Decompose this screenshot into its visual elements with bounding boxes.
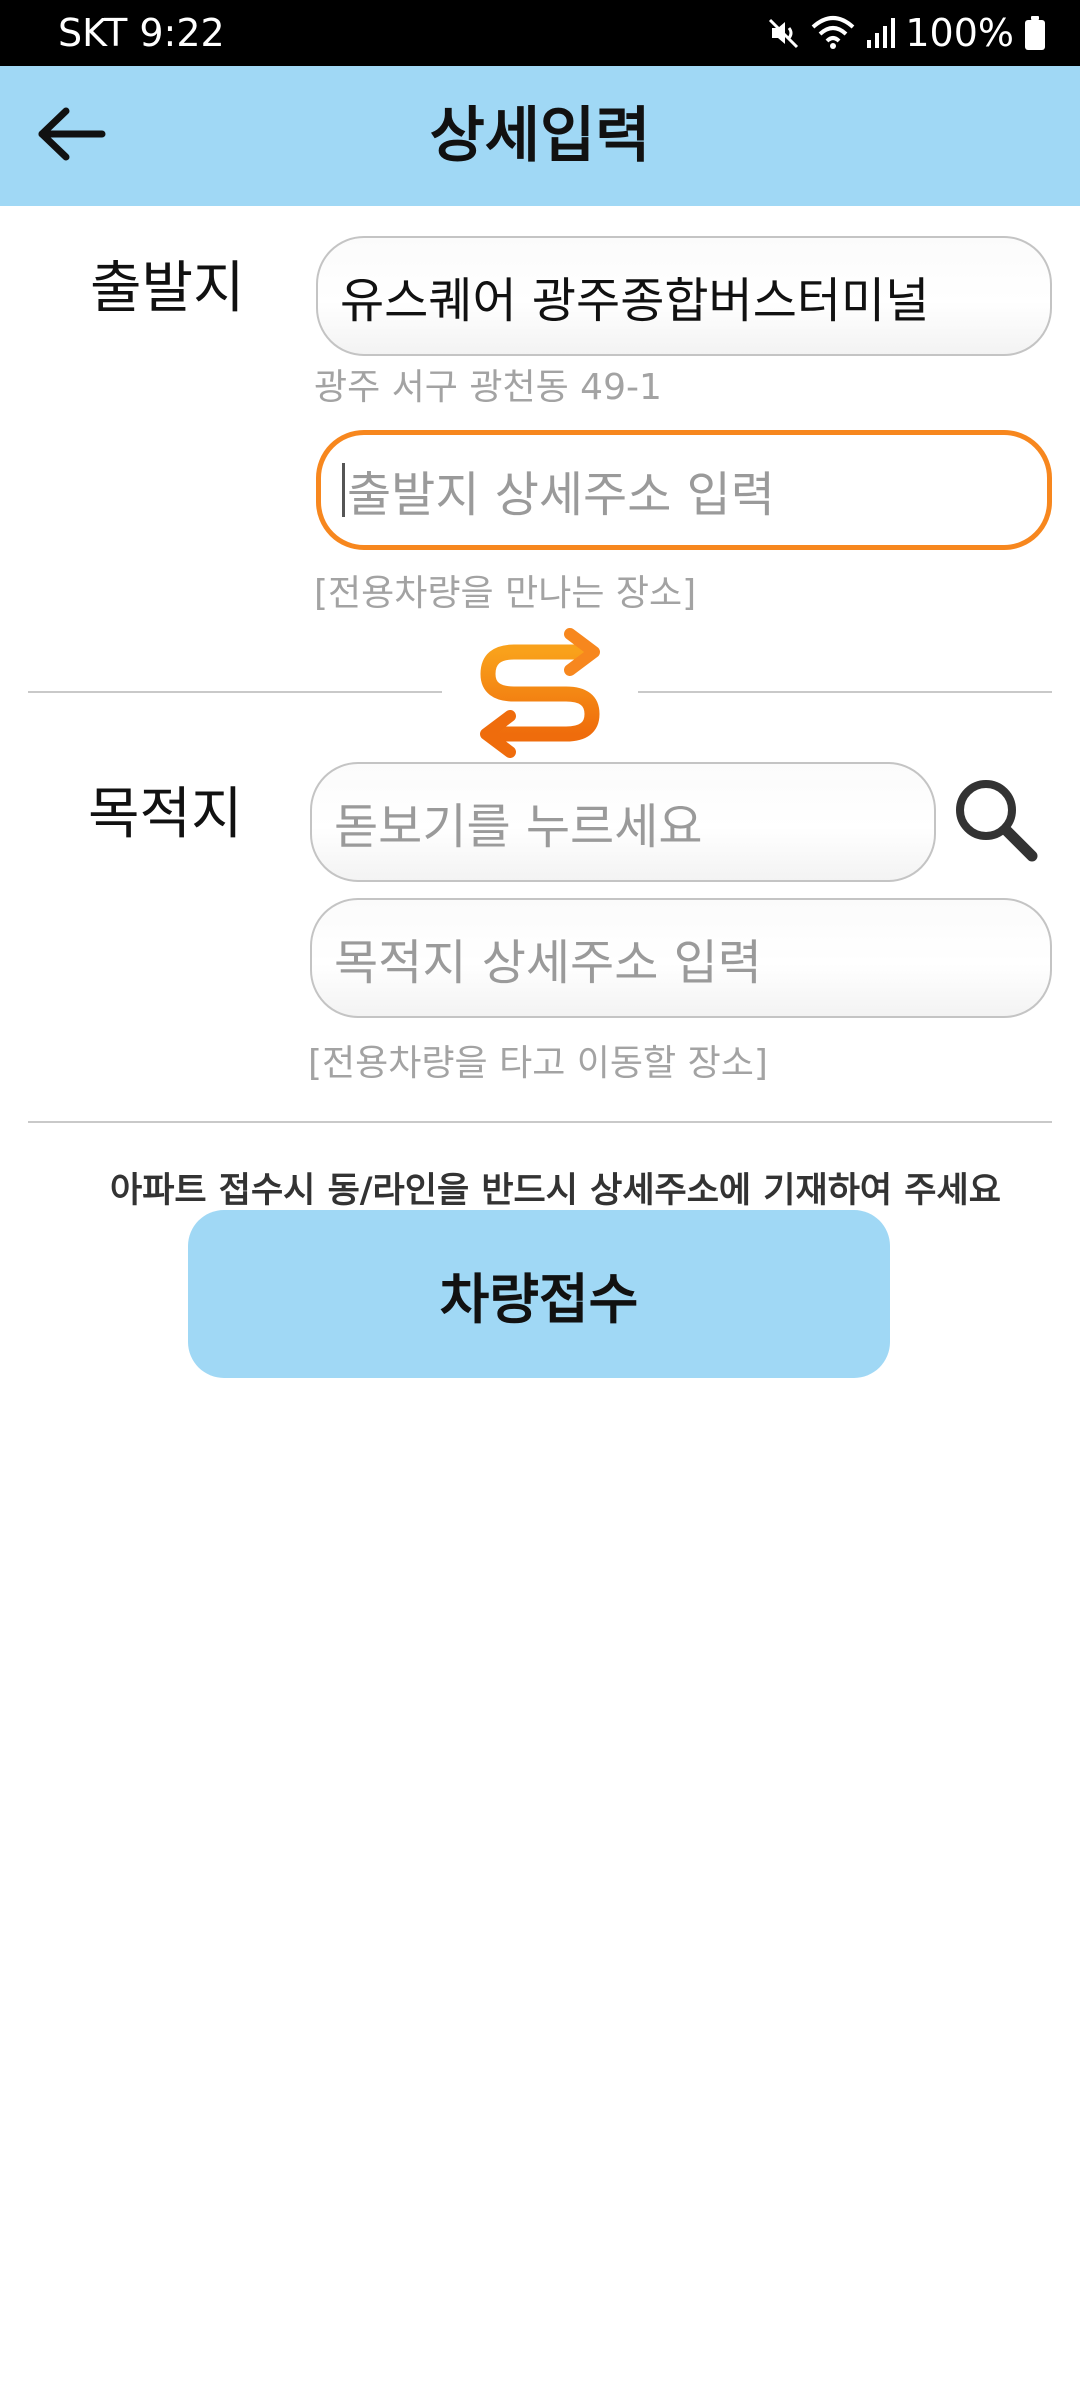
search-button[interactable] bbox=[946, 770, 1046, 870]
origin-name: 유스퀘어 광주종합버스터미널 bbox=[340, 273, 930, 329]
battery-percent: 100% bbox=[905, 11, 1014, 55]
submit-button[interactable]: 차량접수 bbox=[188, 1210, 890, 1378]
destination-search-field[interactable]: 돋보기를 누르세요 bbox=[310, 762, 936, 882]
divider bbox=[28, 691, 442, 693]
origin-detail-input[interactable]: 출발지 상세주소 입력 bbox=[316, 430, 1052, 550]
origin-label: 출발지 bbox=[90, 256, 245, 321]
status-icons: 100% bbox=[767, 10, 1046, 56]
wifi-icon bbox=[811, 15, 855, 51]
divider bbox=[638, 691, 1052, 693]
origin-detail-placeholder: 출발지 상세주소 입력 bbox=[347, 467, 775, 523]
text-caret bbox=[342, 463, 345, 517]
screen: SKT 9:22 100% 상세입력 출발지 유스퀘어 광주종합버스터미널 광주… bbox=[0, 0, 1080, 2408]
destination-detail-hint: [전용차량을 타고 이동할 장소] bbox=[308, 1043, 768, 1084]
signal-icon bbox=[865, 16, 896, 50]
submit-label: 차량접수 bbox=[439, 1267, 639, 1331]
battery-icon bbox=[1024, 15, 1046, 51]
destination-label: 목적지 bbox=[88, 782, 243, 847]
app-bar: 상세입력 bbox=[0, 66, 1080, 206]
destination-search-placeholder: 돋보기를 누르세요 bbox=[334, 799, 703, 855]
arrow-left-icon bbox=[34, 106, 106, 166]
page-title: 상세입력 bbox=[429, 101, 651, 171]
carrier-time: SKT 9:22 bbox=[58, 11, 225, 55]
status-bar: SKT 9:22 100% bbox=[0, 0, 1080, 66]
divider bbox=[28, 1121, 1052, 1123]
origin-address: 광주 서구 광천동 49-1 bbox=[314, 367, 662, 408]
notice-text: 아파트 접수시 동/라인을 반드시 상세주소에 기재하여 주세요 bbox=[110, 1171, 1001, 1211]
origin-detail-hint: [전용차량을 만나는 장소] bbox=[314, 573, 697, 614]
mute-icon bbox=[767, 16, 801, 50]
back-button[interactable] bbox=[28, 96, 112, 176]
destination-detail-input[interactable]: 목적지 상세주소 입력 bbox=[310, 898, 1052, 1018]
destination-detail-placeholder: 목적지 상세주소 입력 bbox=[334, 935, 762, 991]
origin-field[interactable]: 유스퀘어 광주종합버스터미널 bbox=[316, 236, 1052, 356]
search-icon bbox=[946, 780, 1046, 874]
swap-button[interactable] bbox=[470, 622, 610, 762]
